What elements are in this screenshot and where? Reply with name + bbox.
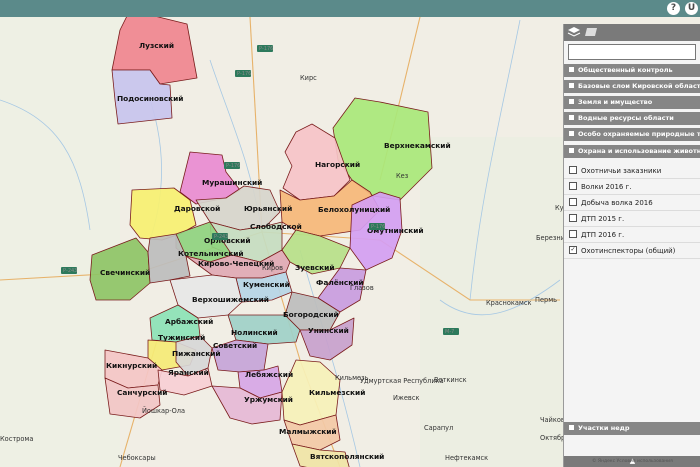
city-label: Кирс [300, 74, 317, 82]
layer-label: Волки 2016 г. [581, 183, 632, 191]
city-label: Йошкар-Ола [142, 406, 185, 415]
layer-item[interactable]: ДТП 2016 г. [564, 228, 700, 243]
layer-group[interactable]: Водные ресурсы области [564, 112, 700, 125]
road-label: Р-176 [226, 163, 240, 169]
layer-label: Охотинспекторы (общий) [581, 247, 676, 255]
layer-group[interactable]: Земля и имущество [564, 96, 700, 109]
district-label: Мурашинский [202, 178, 262, 187]
district-label: Юрьянский [244, 204, 292, 213]
city-label: Глазов [350, 284, 374, 292]
layer-label: Добыча волка 2016 [581, 199, 653, 207]
city-label: Ижевск [393, 394, 419, 402]
district-label: Тужинский [158, 333, 205, 342]
city-label: Воткинск [434, 376, 467, 384]
city-label: Кильмезь [335, 374, 369, 382]
layer-label: ДТП 2015 г. [581, 215, 625, 223]
layer-checkbox[interactable] [569, 198, 577, 206]
layer-checkbox[interactable] [569, 166, 577, 174]
group-subsoil[interactable]: Участки недр [564, 422, 700, 435]
district-label: Лебяжский [245, 370, 293, 379]
district-label: Куменский [243, 280, 290, 289]
district-label: Советский [213, 341, 257, 350]
district-label: Санчурский [117, 388, 167, 397]
group-label: Общественный контроль [578, 66, 673, 74]
district-label: Даровской [174, 204, 220, 213]
expand-plus-icon[interactable] [569, 130, 574, 136]
layer-item[interactable]: ДТП 2015 г. [564, 212, 700, 227]
layer-label: Охотничьи заказники [581, 167, 662, 175]
road-label: Р-176 [237, 71, 251, 77]
district-label: Котельничский [178, 249, 244, 258]
group-label: Базовые слои Кировской области [578, 82, 700, 90]
map-attribution: © Яндекс Условия использования [592, 459, 673, 464]
layers-panel: Общественный контроль Базовые слои Кировс… [563, 24, 700, 467]
road-label: Р-176 [371, 224, 385, 230]
road-label: М-7 [445, 329, 454, 335]
layer-search-input[interactable] [568, 44, 696, 60]
group-label: Участки недр [578, 424, 630, 432]
district-label: Богородский [283, 310, 339, 319]
district-label: Подосиновский [117, 94, 183, 103]
district-label: Лузский [139, 41, 174, 50]
city-label: Пермь [535, 296, 557, 304]
city-label: Кез [396, 172, 409, 180]
city-label: Чебоксары [118, 454, 156, 462]
district-label: Кильмезский [309, 388, 365, 397]
district-label: Нолинский [231, 328, 278, 337]
road-label: Р-243 [214, 234, 228, 240]
expand-plus-icon[interactable] [569, 114, 574, 120]
district-label: Пижанский [172, 349, 221, 358]
layers-icon[interactable] [564, 24, 604, 41]
top-toolbar: ? U [0, 0, 700, 17]
city-label: Кострома [0, 435, 33, 443]
district-label: Верхнекамский [384, 141, 451, 150]
district-label: Вятскополянский [310, 452, 384, 461]
district-label: Верхошижемский [192, 295, 269, 304]
city-label: Краснокамск [486, 299, 532, 307]
layer-label: ДТП 2016 г. [581, 231, 625, 239]
layer-item[interactable]: Волки 2016 г. [564, 180, 700, 195]
city-label: Нефтекамск [445, 454, 488, 462]
layer-group[interactable]: Охрана и использование животного [564, 145, 700, 158]
user-icon[interactable]: U [685, 2, 698, 15]
group-label: Земля и имущество [578, 98, 653, 106]
layer-item[interactable]: ✓ Охотинспекторы (общий) [564, 244, 700, 259]
city-label: Киров [262, 264, 283, 272]
group-label: Охрана и использование животного [578, 147, 700, 155]
district-label: Свечинский [100, 268, 150, 277]
district-label: Арбажский [165, 317, 213, 326]
district-label: Яранский [168, 368, 209, 377]
group-label: Водные ресурсы области [578, 114, 674, 122]
layer-checkbox[interactable] [569, 214, 577, 222]
district-label: Нагорский [315, 160, 360, 169]
district-label: Слободской [250, 222, 302, 231]
district-label: Зуевский [295, 263, 335, 272]
layer-item[interactable]: Охотничьи заказники [564, 164, 700, 179]
group-label: Особо охраняемые природные терр [578, 130, 700, 138]
expand-plus-icon[interactable] [569, 98, 574, 104]
expand-plus-icon[interactable] [569, 66, 574, 72]
layer-checkbox[interactable]: ✓ [569, 246, 577, 254]
layer-checkbox[interactable] [569, 182, 577, 190]
city-label: Сарапул [424, 424, 453, 432]
road-label: Р-243 [63, 268, 77, 274]
layer-group[interactable]: Базовые слои Кировской области [564, 80, 700, 93]
expand-plus-icon[interactable] [569, 82, 574, 88]
district-label: Малмыжский [279, 427, 337, 436]
city-label: Удмуртская Республика [360, 377, 444, 385]
help-icon[interactable]: ? [667, 2, 680, 15]
district-label: Унинский [308, 326, 349, 335]
panel-toolbar [564, 24, 700, 41]
layer-group[interactable]: Особо охраняемые природные терр [564, 128, 700, 141]
district-label: Кикнурский [106, 361, 157, 370]
layer-item[interactable]: Добыча волка 2016 [564, 196, 700, 211]
district-label: Уржумский [244, 395, 293, 404]
district-label: Белохолуницкий [318, 205, 390, 214]
expand-plus-icon[interactable] [569, 147, 574, 153]
road-label: Р-176 [259, 46, 273, 52]
layer-group[interactable]: Общественный контроль [564, 64, 700, 77]
layer-checkbox[interactable] [569, 230, 577, 238]
